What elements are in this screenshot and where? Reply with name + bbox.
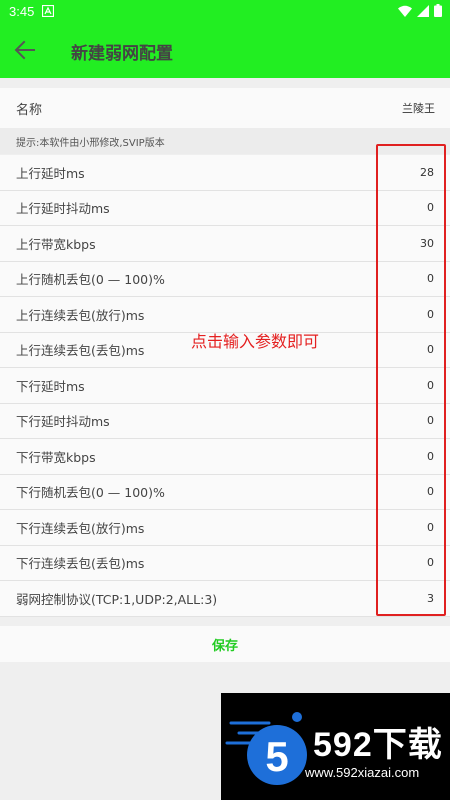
name-value[interactable]: 兰陵王 — [402, 100, 435, 116]
param-label: 下行连续丢包(丢包)ms — [16, 556, 145, 572]
param-label: 下行延时抖动ms — [16, 414, 110, 430]
hint-bar: 提示:本软件由小邢修改,SVIP版本 — [0, 128, 450, 154]
param-label: 上行延时ms — [16, 165, 85, 181]
param-row-protocol[interactable]: 弱网控制协议(TCP:1,UDP:2,ALL:3) 3 — [0, 581, 450, 617]
param-value[interactable]: 0 — [427, 343, 434, 356]
param-row-down-random-loss[interactable]: 下行随机丢包(0 — 100)% 0 — [0, 475, 450, 510]
param-label: 下行带宽kbps — [16, 449, 96, 465]
name-label: 名称 — [16, 102, 43, 118]
param-label: 上行延时抖动ms — [16, 201, 110, 217]
param-value[interactable]: 0 — [427, 485, 434, 498]
notification-a-icon — [42, 5, 55, 17]
annotation-text: 点击输入参数即可 — [191, 332, 320, 351]
param-value[interactable]: 0 — [427, 414, 434, 427]
param-row-up-jitter[interactable]: 上行延时抖动ms 0 — [0, 191, 450, 226]
battery-icon — [434, 4, 442, 17]
watermark-url: www.592xiazai.com — [305, 765, 420, 780]
param-value[interactable]: 30 — [420, 237, 434, 250]
param-row-down-delay[interactable]: 下行延时ms 0 — [0, 368, 450, 404]
param-label: 上行随机丢包(0 — 100)% — [16, 272, 165, 288]
param-value[interactable]: 0 — [427, 521, 434, 534]
param-label: 上行带宽kbps — [16, 236, 96, 252]
param-value[interactable]: 0 — [427, 272, 434, 285]
param-row-down-bandwidth[interactable]: 下行带宽kbps 0 — [0, 439, 450, 475]
page-title: 新建弱网配置 — [71, 44, 173, 64]
site-logo: 5 — [225, 712, 307, 785]
save-button[interactable]: 保存 — [0, 626, 450, 662]
param-value[interactable]: 0 — [427, 308, 434, 321]
param-value[interactable]: 0 — [427, 201, 434, 214]
name-row[interactable]: 名称 兰陵王 — [0, 88, 450, 129]
param-label: 弱网控制协议(TCP:1,UDP:2,ALL:3) — [16, 591, 218, 607]
param-list: 上行延时ms 28 上行延时抖动ms 0 上行带宽kbps 30 上行随机丢包(… — [0, 155, 450, 617]
arrow-left-icon[interactable] — [14, 39, 36, 61]
param-label: 下行延时ms — [16, 378, 85, 394]
param-row-down-burst-pass[interactable]: 下行连续丢包(放行)ms 0 — [0, 510, 450, 546]
param-row-down-burst-drop[interactable]: 下行连续丢包(丢包)ms 0 — [0, 546, 450, 581]
watermark: 5 592下载 www.592xiazai.com — [221, 693, 450, 800]
watermark-brand: 592下载 — [313, 726, 443, 764]
logo-digit: 5 — [265, 733, 288, 780]
param-row-down-jitter[interactable]: 下行延时抖动ms 0 — [0, 404, 450, 439]
param-value[interactable]: 0 — [427, 450, 434, 463]
param-row-up-delay[interactable]: 上行延时ms 28 — [0, 155, 450, 191]
param-value[interactable]: 3 — [427, 592, 434, 605]
param-value[interactable]: 0 — [427, 556, 434, 569]
save-label: 保存 — [211, 638, 238, 654]
param-value[interactable]: 0 — [427, 379, 434, 392]
status-time: 3:45 — [9, 3, 35, 19]
param-row-up-random-loss[interactable]: 上行随机丢包(0 — 100)% 0 — [0, 262, 450, 297]
app-bar: 新建弱网配置 — [0, 22, 450, 78]
param-label: 下行随机丢包(0 — 100)% — [16, 485, 165, 501]
param-value[interactable]: 28 — [420, 166, 434, 179]
wifi-icon — [398, 5, 412, 17]
signal-icon — [417, 4, 429, 17]
status-bar: 3:45 — [0, 0, 450, 22]
param-row-up-bandwidth[interactable]: 上行带宽kbps 30 — [0, 226, 450, 262]
hint-text: 提示:本软件由小邢修改,SVIP版本 — [16, 137, 165, 149]
param-label: 上行连续丢包(丢包)ms — [16, 343, 145, 359]
param-label: 上行连续丢包(放行)ms — [16, 307, 145, 323]
param-label: 下行连续丢包(放行)ms — [16, 520, 145, 536]
